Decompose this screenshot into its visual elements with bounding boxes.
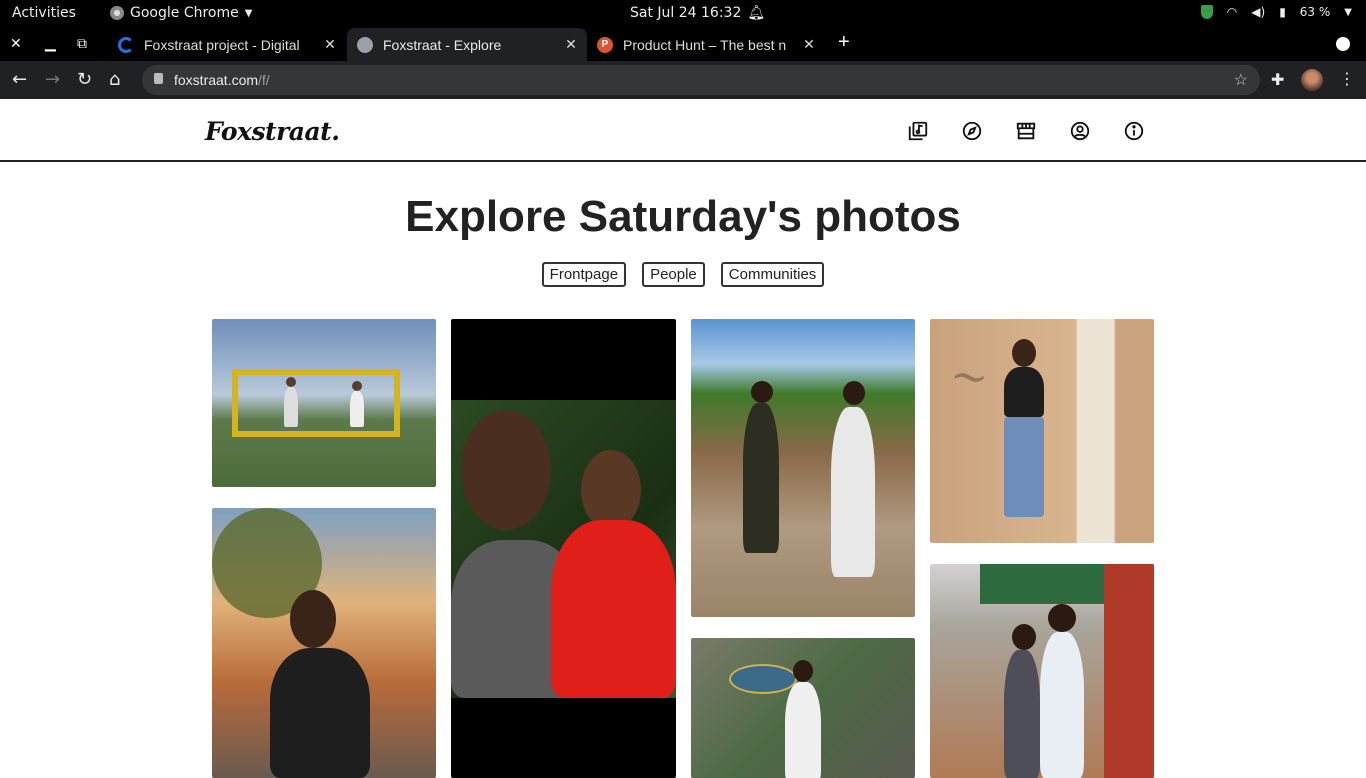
caret-down-icon: ▼ bbox=[244, 7, 253, 19]
store-icon[interactable] bbox=[1015, 120, 1037, 142]
compass-icon[interactable] bbox=[961, 120, 983, 142]
close-tab-icon[interactable]: ✕ bbox=[799, 36, 819, 53]
spinner-favicon-icon bbox=[118, 36, 134, 53]
tab-strip: ✕ ▁ ⧉ Foxstraat project - Digital ✕ Foxs… bbox=[0, 27, 1366, 61]
tab-title: Product Hunt – The best n bbox=[623, 36, 787, 53]
site-header: Foxstraat. bbox=[0, 99, 1366, 162]
photo-card[interactable] bbox=[451, 319, 676, 778]
photo-album-icon[interactable] bbox=[907, 120, 929, 142]
close-tab-icon[interactable]: ✕ bbox=[561, 36, 581, 53]
tray-caret-icon: ▼ bbox=[1344, 6, 1352, 18]
chrome-icon bbox=[110, 6, 124, 20]
wifi-icon: ◠ bbox=[1226, 5, 1238, 19]
site-nav bbox=[907, 120, 1145, 142]
bookmark-star-icon[interactable]: ☆ bbox=[1234, 70, 1248, 90]
system-tray[interactable]: ◠ ◀︎) ▮ 63 % ▼ bbox=[1200, 5, 1352, 19]
photo-card[interactable]: ~ bbox=[930, 319, 1154, 543]
filter-frontpage-button[interactable]: Frontpage bbox=[541, 262, 627, 287]
chrome-menu-icon[interactable]: ⋮ bbox=[1339, 69, 1355, 88]
reload-icon[interactable]: ↻ bbox=[77, 69, 92, 90]
url-path: /f/ bbox=[258, 72, 270, 88]
clock-text: Sat Jul 24 16:32 bbox=[630, 5, 742, 21]
photo-frame-prop bbox=[232, 369, 400, 437]
tab-foxstraat-explore[interactable]: Foxstraat - Explore ✕ bbox=[347, 28, 587, 61]
clock[interactable]: Sat Jul 24 16:32 🔔︎ bbox=[630, 5, 765, 21]
profile-avatar[interactable] bbox=[1301, 69, 1323, 91]
bell-icon: 🔔︎ bbox=[747, 5, 766, 21]
close-window-icon[interactable]: ✕ bbox=[10, 35, 22, 52]
tab-search-icon[interactable] bbox=[1336, 37, 1350, 51]
battery-label: 63 % bbox=[1299, 5, 1331, 19]
shield-icon bbox=[1200, 5, 1213, 19]
anaconda-sign bbox=[729, 664, 797, 694]
extensions-puzzle-icon[interactable]: ✚ bbox=[1271, 70, 1284, 89]
site-logo[interactable]: Foxstraat. bbox=[205, 117, 340, 146]
tab-foxstraat-project[interactable]: Foxstraat project - Digital ✕ bbox=[108, 28, 346, 61]
profile-icon[interactable] bbox=[1069, 120, 1091, 142]
product-hunt-favicon-icon: P bbox=[597, 36, 613, 53]
home-icon[interactable]: ⌂ bbox=[109, 69, 120, 90]
photo-card[interactable] bbox=[691, 319, 915, 617]
page-title: Explore Saturday's photos bbox=[405, 192, 961, 241]
filter-buttons: Frontpage People Communities bbox=[0, 262, 1366, 287]
address-bar[interactable]: foxstraat.com/f/ ☆ bbox=[142, 65, 1260, 95]
app-menu[interactable]: Google Chrome ▼ bbox=[110, 5, 252, 21]
info-icon[interactable] bbox=[1123, 120, 1145, 142]
app-name: Google Chrome bbox=[130, 5, 239, 21]
forward-icon[interactable]: → bbox=[45, 69, 60, 90]
lock-icon[interactable] bbox=[154, 73, 163, 84]
minimize-window-icon[interactable]: ▁ bbox=[45, 35, 56, 52]
globe-favicon-icon bbox=[357, 36, 373, 53]
photo-card[interactable] bbox=[691, 638, 915, 778]
back-icon[interactable]: ← bbox=[12, 69, 27, 90]
new-tab-button[interactable]: + bbox=[838, 31, 850, 54]
tab-title: Foxstraat - Explore bbox=[383, 36, 502, 53]
system-top-bar: Activities Google Chrome ▼ Sat Jul 24 16… bbox=[0, 0, 1366, 27]
tab-product-hunt[interactable]: P Product Hunt – The best n ✕ bbox=[587, 28, 825, 61]
filter-people-button[interactable]: People bbox=[642, 262, 705, 287]
restore-window-icon[interactable]: ⧉ bbox=[77, 35, 87, 52]
photo-card[interactable] bbox=[930, 564, 1154, 778]
close-tab-icon[interactable]: ✕ bbox=[320, 36, 340, 53]
photo-card[interactable] bbox=[212, 319, 436, 487]
volume-icon: ◀︎) bbox=[1251, 5, 1266, 19]
battery-icon: ▮ bbox=[1279, 5, 1286, 19]
url-text[interactable]: foxstraat.com/f/ bbox=[174, 72, 270, 88]
filter-communities-button[interactable]: Communities bbox=[720, 262, 825, 287]
browser-toolbar: ← → ↻ ⌂ foxstraat.com/f/ ☆ ✚ ⋮ bbox=[0, 61, 1366, 99]
activities-button[interactable]: Activities bbox=[12, 5, 76, 21]
url-host: foxstraat.com bbox=[174, 72, 259, 88]
photo-card[interactable] bbox=[212, 508, 436, 778]
tab-title: Foxstraat project - Digital bbox=[144, 36, 300, 53]
